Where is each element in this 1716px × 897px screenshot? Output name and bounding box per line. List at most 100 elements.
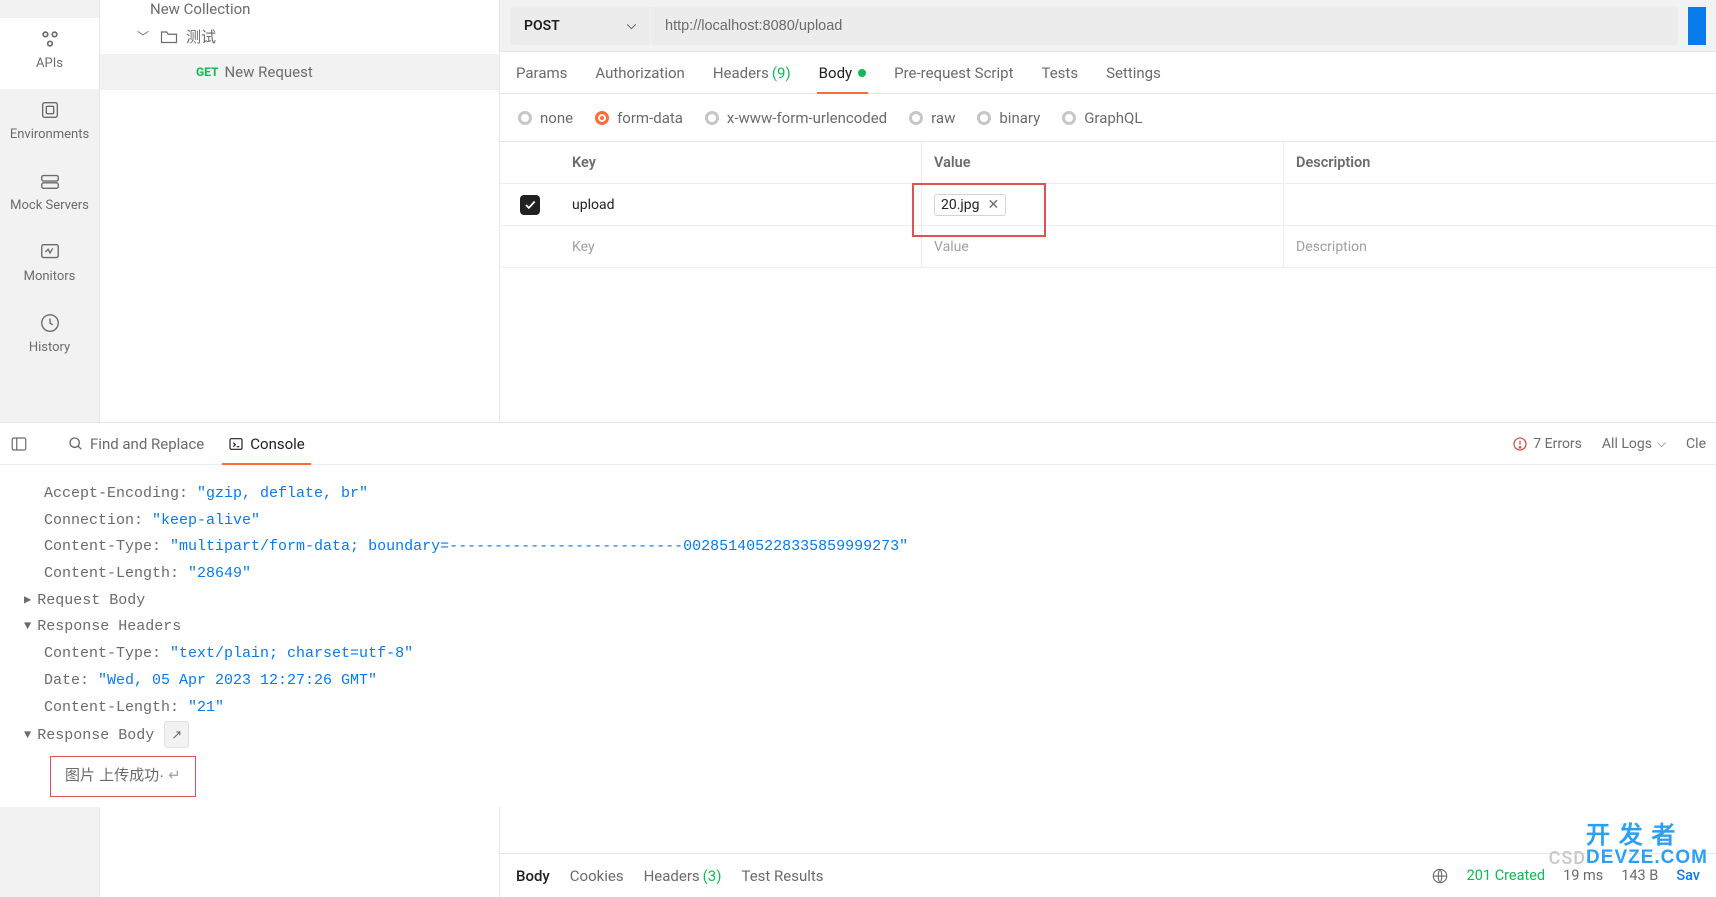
panel-toggle-icon[interactable]: [10, 435, 28, 453]
body-dot-icon: [858, 69, 866, 77]
response-time: 19 ms: [1563, 867, 1603, 884]
clear-button[interactable]: Cle: [1686, 436, 1706, 452]
monitors-icon: [39, 241, 61, 263]
header-desc: Description: [1284, 154, 1716, 171]
nav-item-history[interactable]: History: [0, 302, 99, 373]
nav-item-monitors[interactable]: Monitors: [0, 231, 99, 302]
tab-pre-request[interactable]: Pre-request Script: [894, 52, 1013, 93]
url-bar: POST ⌵: [500, 0, 1716, 52]
body-type-label: form-data: [617, 109, 683, 127]
body-type-binary[interactable]: binary: [977, 109, 1040, 127]
log-value: "gzip, deflate, br": [197, 485, 368, 502]
method-badge: GET: [196, 65, 218, 79]
body-type-label: raw: [931, 109, 955, 127]
nav-item-apis[interactable]: APIs: [0, 18, 99, 89]
log-value: "multipart/form-data; boundary=---------…: [170, 538, 908, 555]
radio-icon: [909, 111, 923, 125]
tab-label: Test Results: [741, 867, 823, 885]
res-tab-cookies[interactable]: Cookies: [570, 867, 624, 885]
save-response-button[interactable]: Sav: [1676, 867, 1700, 884]
response-meta: 201 Created 19 ms 143 B Sav: [1431, 867, 1700, 885]
method-dropdown[interactable]: POST ⌵: [510, 7, 650, 45]
section-response-headers[interactable]: ▼Response Headers: [24, 614, 1716, 641]
tab-label: Cookies: [570, 867, 624, 885]
globe-icon[interactable]: [1431, 867, 1449, 885]
errors-badge[interactable]: 7 Errors: [1512, 436, 1582, 452]
response-text: 图片 上传成功·: [65, 767, 164, 784]
console-icon: [228, 436, 244, 452]
body-type-form-data[interactable]: form-data: [595, 109, 683, 127]
tab-label: Params: [516, 64, 567, 82]
body-type-raw[interactable]: raw: [909, 109, 955, 127]
body-type-label: x-www-form-urlencoded: [727, 109, 887, 127]
body-type-label: none: [540, 109, 573, 127]
footer-tab-find-replace[interactable]: Find and Replace: [64, 423, 208, 464]
log-key: Connection:: [44, 512, 152, 529]
response-size: 143 B: [1621, 867, 1658, 884]
body-type-graphql[interactable]: GraphQL: [1062, 109, 1142, 127]
console-output: Accept-Encoding: "gzip, deflate, br" Con…: [0, 465, 1716, 807]
errors-text: 7 Errors: [1533, 436, 1582, 452]
triangle-right-icon: ▶: [24, 593, 31, 607]
highlight-annotation: [912, 183, 1046, 237]
environments-icon: [39, 99, 61, 121]
tab-label: Pre-request Script: [894, 64, 1013, 82]
url-input[interactable]: [651, 7, 1678, 45]
table-row: upload 20.jpg ✕: [500, 184, 1716, 226]
tab-headers[interactable]: Headers(9): [713, 52, 791, 93]
res-tab-body[interactable]: Body: [516, 867, 550, 885]
nav-label: Monitors: [24, 269, 76, 284]
tab-authorization[interactable]: Authorization: [595, 52, 684, 93]
triangle-down-icon: ▼: [24, 728, 31, 742]
log-key: Accept-Encoding:: [44, 485, 197, 502]
tab-label: Find and Replace: [90, 435, 204, 453]
row-checkbox[interactable]: [520, 195, 540, 215]
res-tab-test-results[interactable]: Test Results: [741, 867, 823, 885]
table-row-placeholder[interactable]: Key Value Description: [500, 226, 1716, 268]
res-tab-headers[interactable]: Headers(3): [644, 867, 722, 885]
section-response-body[interactable]: ▼ Response Body ↗: [24, 721, 1716, 750]
tab-label: Console: [250, 435, 305, 453]
footer-tab-console[interactable]: Console: [224, 423, 309, 464]
popout-icon[interactable]: ↗: [164, 721, 189, 748]
radio-icon: [977, 111, 991, 125]
log-value: "28649": [188, 565, 251, 582]
key-text: upload: [572, 197, 614, 213]
nav-label: Mock Servers: [10, 198, 89, 213]
chevron-down-icon: ⌵: [1657, 436, 1666, 451]
log-value: "text/plain; charset=utf-8": [170, 645, 413, 662]
tab-tests[interactable]: Tests: [1041, 52, 1078, 93]
section-request-body[interactable]: ▶Request Body: [24, 588, 1716, 615]
history-icon: [39, 312, 61, 334]
tab-settings[interactable]: Settings: [1106, 52, 1161, 93]
table-header: Key Value Description: [500, 142, 1716, 184]
body-type-none[interactable]: none: [518, 109, 573, 127]
response-bar: Body Cookies Headers(3) Test Results 201…: [500, 853, 1716, 897]
mock-servers-icon: [39, 170, 61, 192]
send-button[interactable]: [1688, 7, 1706, 45]
nav-item-environments[interactable]: Environments: [0, 89, 99, 160]
request-name: New Request: [224, 63, 312, 81]
folder-icon: [160, 29, 178, 44]
footer-right: 7 Errors All Logs ⌵ Cle: [1512, 436, 1706, 452]
body-types: none form-data x-www-form-urlencoded raw…: [500, 94, 1716, 142]
collection-request[interactable]: GET New Request: [100, 54, 499, 90]
nav-item-mock-servers[interactable]: Mock Servers: [0, 160, 99, 231]
footer-tabs: Find and Replace Console 7 Errors All Lo…: [0, 423, 1716, 465]
collection-folder[interactable]: ﹀ 测试: [100, 18, 499, 54]
log-key: Content-Type:: [44, 538, 170, 555]
section-label: Response Body: [37, 727, 154, 744]
radio-icon: [518, 111, 532, 125]
all-logs-dropdown[interactable]: All Logs ⌵: [1602, 436, 1666, 452]
tab-label: Body: [819, 64, 852, 82]
collection-new[interactable]: New Collection: [100, 0, 499, 18]
bottom-panel: Find and Replace Console 7 Errors All Lo…: [0, 422, 1716, 807]
tab-body[interactable]: Body: [819, 52, 866, 93]
apis-icon: [39, 28, 61, 50]
response-tabs: Body Cookies Headers(3) Test Results: [516, 867, 824, 885]
body-type-xwww[interactable]: x-www-form-urlencoded: [705, 109, 887, 127]
row-key[interactable]: upload: [560, 184, 922, 225]
nav-label: Environments: [10, 127, 89, 142]
tab-label: Headers: [713, 64, 769, 82]
tab-params[interactable]: Params: [516, 52, 567, 93]
